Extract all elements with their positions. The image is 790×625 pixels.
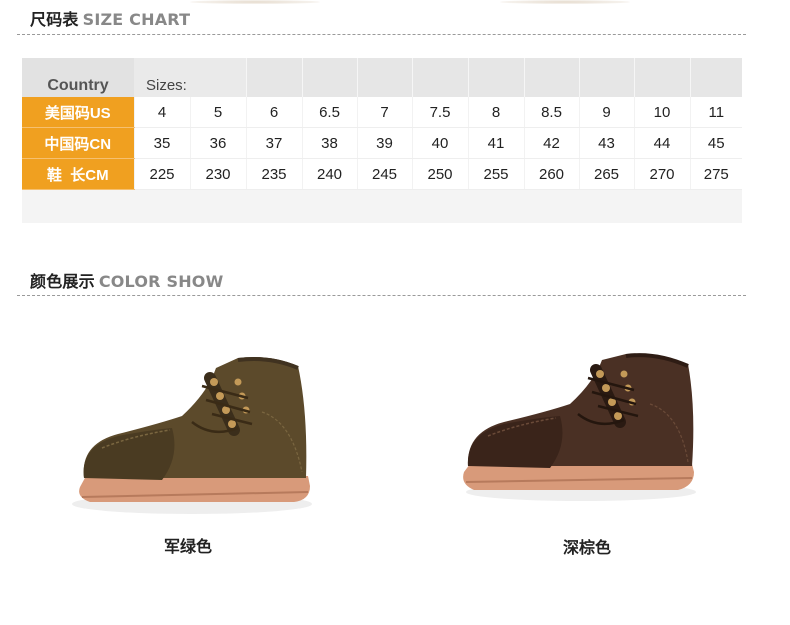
size-chart-title: 尺码表 SIZE CHART <box>30 6 190 30</box>
size-cell: 38 <box>301 127 358 159</box>
size-table: Country Sizes: 美国码US 4 5 6 6.5 7 7.5 8 8… <box>22 58 743 190</box>
size-cell: 35 <box>133 127 190 159</box>
divider <box>17 34 746 35</box>
size-cell: 40 <box>411 127 469 159</box>
row-label-us: 美国码US <box>22 97 134 128</box>
size-cell: 270 <box>633 158 691 190</box>
size-cell: 41 <box>467 127 525 159</box>
table-row-cn: 中国码CN 35 36 37 38 39 40 41 42 43 44 45 <box>22 127 743 159</box>
size-cell: 235 <box>245 158 303 190</box>
size-cell: 7 <box>356 97 413 128</box>
size-cell: 240 <box>301 158 358 190</box>
color-show-title-cn: 颜色展示 <box>30 272 95 291</box>
sizes-header: Sizes: <box>134 58 247 97</box>
size-cell: 11 <box>689 97 743 128</box>
size-cell: 43 <box>578 127 635 159</box>
size-cell: 39 <box>356 127 413 159</box>
boot-image-dark-brown[interactable] <box>456 352 706 512</box>
size-cell: 44 <box>633 127 691 159</box>
size-cell: 8.5 <box>523 97 580 128</box>
table-header-row: Country Sizes: <box>22 58 743 97</box>
size-cell: 250 <box>411 158 469 190</box>
boot-image-army-green[interactable] <box>62 352 324 522</box>
size-cell: 4 <box>133 97 190 128</box>
size-cell: 225 <box>133 158 190 190</box>
country-header: Country <box>22 58 134 97</box>
size-cell: 45 <box>689 127 743 159</box>
size-cell: 42 <box>523 127 580 159</box>
size-cell: 9 <box>578 97 635 128</box>
color-caption-dark-brown: 深棕色 <box>562 538 611 557</box>
size-cell: 5 <box>189 97 247 128</box>
size-cell: 37 <box>245 127 303 159</box>
size-chart-table: Country Sizes: 美国码US 4 5 6 6.5 7 7.5 8 8… <box>22 58 743 223</box>
size-cell: 255 <box>467 158 525 190</box>
size-cell: 245 <box>356 158 413 190</box>
size-cell: 6.5 <box>301 97 358 128</box>
size-cell: 275 <box>689 158 743 190</box>
size-cell: 230 <box>189 158 247 190</box>
size-chart-title-cn: 尺码表 <box>30 10 79 29</box>
table-row-cm: 鞋 长CM 225 230 235 240 245 250 255 260 26… <box>22 158 743 190</box>
color-show-title-en: COLOR SHOW <box>98 272 224 291</box>
size-chart-title-en: SIZE CHART <box>82 10 191 29</box>
size-cell: 260 <box>523 158 580 190</box>
divider <box>17 295 746 296</box>
size-cell: 10 <box>633 97 691 128</box>
size-cell: 36 <box>189 127 247 159</box>
top-glow <box>500 0 630 4</box>
size-cell: 265 <box>578 158 635 190</box>
top-glow <box>190 0 320 4</box>
row-label-cn: 中国码CN <box>22 127 134 159</box>
color-show-title: 颜色展示 COLOR SHOW <box>30 268 223 292</box>
size-cell: 6 <box>245 97 303 128</box>
size-cell: 8 <box>467 97 525 128</box>
table-row-us: 美国码US 4 5 6 6.5 7 7.5 8 8.5 9 10 11 <box>22 97 743 128</box>
row-label-cm: 鞋 长CM <box>22 158 134 190</box>
color-caption-army-green: 军绿色 <box>163 537 212 556</box>
size-cell: 7.5 <box>411 97 469 128</box>
